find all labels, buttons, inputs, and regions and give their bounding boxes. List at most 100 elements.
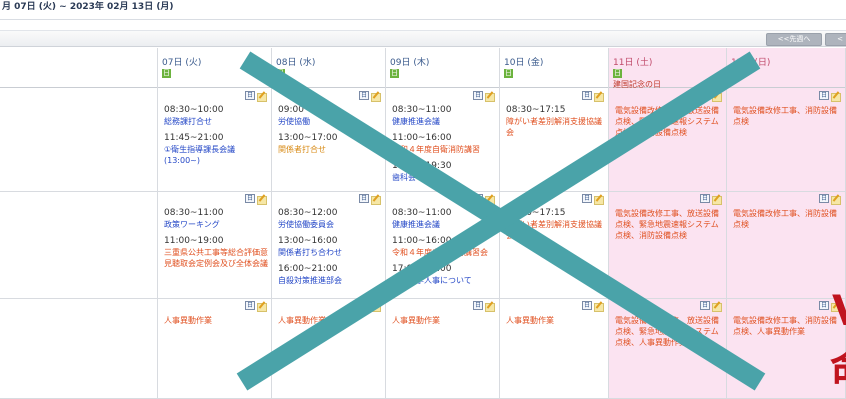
event-item[interactable]: 人事異動作業: [164, 315, 268, 326]
event-title[interactable]: 電気設備改修工事、消防設備点検: [733, 105, 842, 127]
calendar-icon[interactable]: 日: [819, 91, 829, 100]
schedule-cell[interactable]: 日 08:30~17:15 障がい者差別解消支援協議会: [500, 192, 608, 299]
schedule-cell[interactable]: 日電気設備改修工事、消防設備点検: [727, 89, 845, 192]
event-item[interactable]: 13:00~17:00 関係者打合せ: [278, 133, 382, 155]
event-item[interactable]: 人事異動作業: [392, 315, 496, 326]
event-title[interactable]: 関係者打ち合わせ: [278, 247, 382, 258]
event-title[interactable]: 人事異動作業: [164, 315, 268, 326]
event-title[interactable]: 医科大学人事について: [392, 275, 496, 286]
calendar-icon[interactable]: 日: [245, 91, 255, 100]
edit-note-icon[interactable]: [485, 91, 495, 102]
event-title[interactable]: 令和４年度自衛消防講習: [392, 144, 496, 155]
day-date[interactable]: 08日 (水): [276, 55, 385, 68]
day-date[interactable]: 11日 (土): [613, 55, 726, 68]
event-title[interactable]: 労使協働委員会: [278, 219, 382, 230]
edit-note-icon[interactable]: [257, 301, 267, 312]
edit-note-icon[interactable]: [831, 194, 841, 205]
calendar-icon[interactable]: 日: [819, 194, 829, 203]
edit-note-icon[interactable]: [831, 91, 841, 102]
day-date[interactable]: 12日 (日): [731, 55, 845, 68]
event-title[interactable]: 電気設備改修工事、消防設備点検、人事異動作業: [733, 315, 842, 337]
event-item[interactable]: 電気設備改修工事、消防設備点検: [733, 208, 842, 230]
calendar-icon[interactable]: 日: [359, 194, 369, 203]
calendar-icon[interactable]: 日: [700, 91, 710, 100]
schedule-cell[interactable]: 日人事異動作業: [272, 299, 385, 399]
prev-week-button[interactable]: <<先週へ: [766, 33, 822, 46]
edit-note-icon[interactable]: [594, 301, 604, 312]
event-title[interactable]: 労使協働: [278, 116, 382, 127]
event-item[interactable]: 08:30~12:00 労使協働委員会: [278, 208, 382, 230]
prev-button[interactable]: <: [825, 33, 846, 46]
schedule-cell[interactable]: 日 09:00 労使協働 13:00~17:00 関係者打合せ: [272, 89, 385, 192]
edit-note-icon[interactable]: [371, 91, 381, 102]
event-item[interactable]: 人事異動作業: [506, 315, 605, 326]
schedule-cell[interactable]: 日 08:30~11:00 健康推進会議 11:00~16:00 令和４年度自衛消防講習…: [386, 89, 499, 192]
calendar-icon[interactable]: 日: [700, 301, 710, 310]
event-item[interactable]: 11:00~16:00 令和４年度自衛消防講習: [392, 133, 496, 155]
event-title[interactable]: 健康推進会議: [392, 219, 496, 230]
schedule-cell[interactable]: 日電気設備改修工事、消防設備点検、人事異動作業: [727, 299, 845, 399]
event-title[interactable]: 歯科会: [392, 172, 496, 183]
schedule-cell[interactable]: 日電気設備改修工事、放送設備点検、緊急地震速報システム点検、消防設備点検: [609, 192, 726, 299]
calendar-icon[interactable]: 日: [473, 91, 483, 100]
schedule-cell[interactable]: 日 08:30~12:00 労使協働委員会 13:00~16:00 関係者打ち合わせ 16…: [272, 192, 385, 299]
event-item[interactable]: 電気設備改修工事、放送設備点検、緊急地震速報システム点検、人事異動作業: [615, 315, 723, 348]
edit-note-icon[interactable]: [594, 91, 604, 102]
schedule-cell[interactable]: 日電気設備改修工事、放送設備点検、緊急地震速報システム点検、人事異動作業: [609, 299, 726, 399]
schedule-cell[interactable]: 日人事異動作業: [386, 299, 499, 399]
edit-note-icon[interactable]: [257, 91, 267, 102]
event-title[interactable]: 電気設備改修工事、放送設備点検、緊急地震速報システム点検、人事異動作業: [615, 315, 723, 348]
schedule-cell[interactable]: 日 08:30~11:00 健康推進会議 11:00~16:00 令和４年度自衛消防講習…: [386, 192, 499, 299]
edit-note-icon[interactable]: [712, 194, 722, 205]
schedule-cell[interactable]: 日 08:30~17:15 障がい者差別解消支援協議会: [500, 89, 608, 192]
edit-note-icon[interactable]: [485, 301, 495, 312]
calendar-icon[interactable]: 日: [473, 194, 483, 203]
schedule-cell[interactable]: 日 08:30~11:00 政策ワーキング 11:00~19:00 三重県公共工事等総合…: [158, 192, 271, 299]
event-title[interactable]: 電気設備改修工事、消防設備点検: [733, 208, 842, 230]
event-item[interactable]: 08:30~17:15 障がい者差別解消支援協議会: [506, 208, 605, 241]
event-item[interactable]: 11:45~21:00 ①衛生指導課長会議 (13:00~): [164, 133, 268, 166]
event-item[interactable]: 08:30~11:00 健康推進会議: [392, 208, 496, 230]
event-item[interactable]: 08:30~11:00 健康推進会議: [392, 105, 496, 127]
event-title[interactable]: 自殺対策推進部会: [278, 275, 382, 286]
edit-note-icon[interactable]: [712, 301, 722, 312]
event-item[interactable]: 人事異動作業: [278, 315, 382, 326]
event-title[interactable]: 人事異動作業: [278, 315, 382, 326]
day-date[interactable]: 07日 (火): [162, 55, 271, 68]
event-title[interactable]: 総務課打合せ: [164, 116, 268, 127]
calendar-icon[interactable]: 日: [245, 301, 255, 310]
event-item[interactable]: 08:30~11:00 政策ワーキング: [164, 208, 268, 230]
event-item[interactable]: 電気設備改修工事、消防設備点検、人事異動作業: [733, 315, 842, 337]
schedule-cell[interactable]: 日電気設備改修工事、消防設備点検: [727, 192, 845, 299]
event-title[interactable]: 政策ワーキング: [164, 219, 268, 230]
event-title[interactable]: 電気設備改修工事、放送設備点検、緊急地震速報システム点検、消防設備点検: [615, 105, 723, 138]
calendar-icon[interactable]: 日: [359, 301, 369, 310]
event-item[interactable]: 電気設備改修工事、放送設備点検、緊急地震速報システム点検、消防設備点検: [615, 105, 723, 138]
event-title[interactable]: 令和４年度自衛消防講習会: [392, 247, 496, 258]
event-item[interactable]: 09:00 労使協働: [278, 105, 382, 127]
event-title[interactable]: 電気設備改修工事、放送設備点検、緊急地震速報システム点検、消防設備点検: [615, 208, 723, 241]
edit-note-icon[interactable]: [712, 91, 722, 102]
event-item[interactable]: 17:00~18:00 医科大学人事について: [392, 264, 496, 286]
schedule-cell[interactable]: 日人事異動作業: [500, 299, 608, 399]
day-date[interactable]: 10日 (金): [504, 55, 608, 68]
event-item[interactable]: 16:00~19:30 歯科会: [392, 161, 496, 183]
edit-note-icon[interactable]: [371, 194, 381, 205]
edit-note-icon[interactable]: [371, 301, 381, 312]
calendar-icon[interactable]: 日: [582, 194, 592, 203]
event-item[interactable]: 11:00~19:00 三重県公共工事等総合評価意見聴取会定例会及び全体会議: [164, 236, 268, 269]
event-title[interactable]: 人事異動作業: [392, 315, 496, 326]
calendar-icon[interactable]: 日: [359, 91, 369, 100]
event-title[interactable]: 三重県公共工事等総合評価意見聴取会定例会及び全体会議: [164, 247, 268, 269]
edit-note-icon[interactable]: [257, 194, 267, 205]
event-title[interactable]: 障がい者差別解消支援協議会: [506, 116, 605, 138]
edit-note-icon[interactable]: [594, 194, 604, 205]
event-item[interactable]: 電気設備改修工事、放送設備点検、緊急地震速報システム点検、消防設備点検: [615, 208, 723, 241]
calendar-icon[interactable]: 日: [819, 301, 829, 310]
calendar-icon[interactable]: 日: [582, 91, 592, 100]
event-title[interactable]: 健康推進会議: [392, 116, 496, 127]
calendar-icon[interactable]: 日: [700, 194, 710, 203]
schedule-cell[interactable]: 日人事異動作業: [158, 299, 271, 399]
event-title[interactable]: 人事異動作業: [506, 315, 605, 326]
calendar-icon[interactable]: 日: [582, 301, 592, 310]
